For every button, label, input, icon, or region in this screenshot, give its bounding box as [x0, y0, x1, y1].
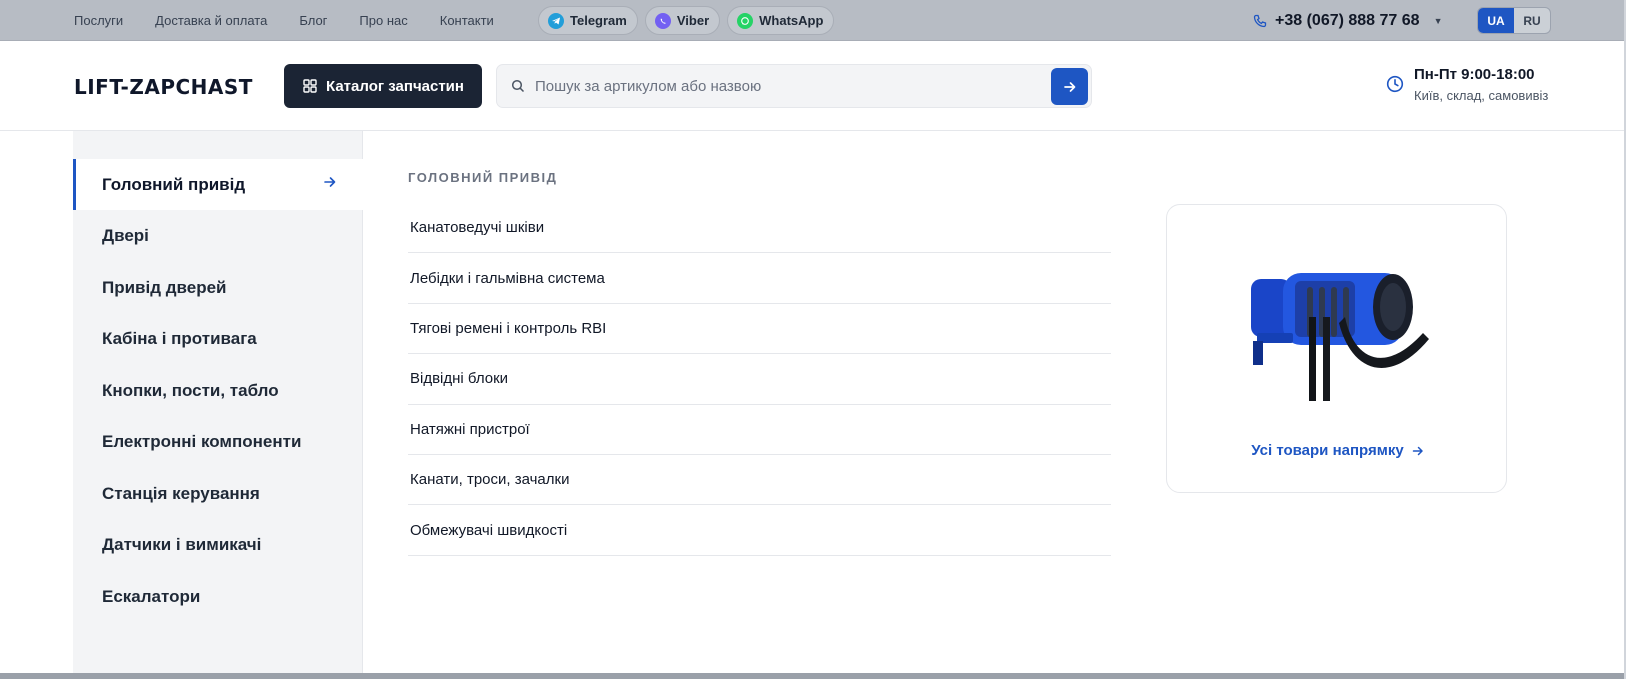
- subcategory-item[interactable]: Обмежувачі швидкості: [408, 505, 1111, 556]
- subcategory-item[interactable]: Канатоведучі шківи: [408, 203, 1111, 254]
- phone-icon: [1253, 14, 1267, 27]
- catalog-button-label: Каталог запчастин: [326, 77, 464, 95]
- search-submit-button[interactable]: [1051, 68, 1088, 105]
- telegram-button[interactable]: Telegram: [538, 6, 638, 35]
- sidebar-item-label: Датчики і вимикачі: [102, 535, 262, 554]
- subcategory-item[interactable]: Відвідні блоки: [408, 354, 1111, 405]
- search-input[interactable]: [535, 77, 1035, 95]
- subcategory-item[interactable]: Канати, троси, зачалки: [408, 455, 1111, 506]
- sidebar-item-cabin[interactable]: Кабіна і противага: [73, 314, 363, 365]
- subcategory-list: Канатоведучі шківи Лебідки і гальмівна с…: [408, 203, 1111, 556]
- viber-label: Viber: [676, 13, 710, 28]
- whatsapp-button[interactable]: WhatsApp: [727, 6, 835, 35]
- catalog-button[interactable]: Каталог запчастин: [284, 64, 482, 108]
- sidebar-item-door-drive[interactable]: Привід дверей: [73, 262, 363, 313]
- whatsapp-label: WhatsApp: [759, 13, 824, 28]
- sidebar-item-doors[interactable]: Двері: [73, 211, 363, 262]
- telegram-icon: [548, 12, 564, 29]
- viber-button[interactable]: Viber: [644, 6, 721, 35]
- chevron-down-icon: ▼: [1433, 15, 1443, 26]
- grid-icon: [303, 79, 317, 93]
- sidebar-item-label: Електронні компоненти: [102, 432, 302, 451]
- phone-number: +38 (067) 888 77 68: [1275, 11, 1420, 29]
- hours-subtitle: Київ, склад, самовивіз: [1414, 88, 1549, 103]
- top-nav-delivery[interactable]: Доставка й оплата: [155, 13, 267, 28]
- sidebar-item-escalators[interactable]: Ескалатори: [73, 571, 363, 622]
- top-nav-services[interactable]: Послуги: [74, 13, 123, 28]
- viber-icon: [654, 12, 671, 29]
- top-bar: Послуги Доставка й оплата Блог Про нас К…: [0, 0, 1626, 41]
- top-nav-contacts[interactable]: Контакти: [440, 13, 494, 28]
- category-sidebar: Головний привід Двері Привід дверей Кабі…: [73, 131, 363, 679]
- panel-title: ГОЛОВНИЙ ПРИВІД: [408, 170, 558, 185]
- site-logo[interactable]: LIFT-ZAPCHAST: [74, 75, 253, 99]
- lang-ua-button[interactable]: UA: [1478, 8, 1514, 33]
- hours-title: Пн-Пт 9:00-18:00: [1414, 66, 1535, 83]
- bottom-divider: [0, 673, 1626, 679]
- top-nav: Послуги Доставка й оплата Блог Про нас К…: [74, 0, 494, 41]
- sidebar-item-label: Кнопки, пости, табло: [102, 380, 279, 400]
- promo-link-label: Усі товари напрямку: [1251, 442, 1404, 459]
- promo-all-products-link[interactable]: Усі товари напрямку: [1167, 442, 1508, 459]
- whatsapp-icon: [737, 12, 754, 29]
- sidebar-item-main-drive[interactable]: Головний привід: [73, 159, 363, 210]
- language-switcher: UA RU: [1477, 7, 1551, 34]
- sidebar-item-sensors[interactable]: Датчики і вимикачі: [73, 520, 363, 571]
- search-bar: [496, 64, 1092, 108]
- subcategory-item[interactable]: Лебідки і гальмівна система: [408, 253, 1111, 304]
- sidebar-item-electronics[interactable]: Електронні компоненти: [73, 417, 363, 468]
- arrow-right-icon: [1412, 446, 1423, 455]
- subcategory-item[interactable]: Тягові ремені і контроль RBI: [408, 304, 1111, 355]
- sidebar-item-label: Ескалатори: [102, 586, 201, 606]
- sidebar-item-buttons[interactable]: Кнопки, пости, табло: [73, 365, 363, 416]
- telegram-label: Telegram: [570, 13, 627, 28]
- elevator-winch-image: [1251, 273, 1429, 401]
- sidebar-item-label: Станція керування: [102, 483, 260, 503]
- sidebar-item-label: Кабіна і противага: [102, 329, 257, 348]
- messenger-links: Telegram Viber WhatsApp: [538, 6, 835, 35]
- main-header: LIFT-ZAPCHAST Каталог запчастин Пн-Пт 9:…: [0, 41, 1626, 131]
- lang-ru-button[interactable]: RU: [1514, 8, 1550, 33]
- clock-icon: [1386, 75, 1404, 93]
- top-nav-about[interactable]: Про нас: [359, 13, 407, 28]
- phone-dropdown[interactable]: +38 (067) 888 77 68 ▼: [1253, 0, 1442, 41]
- search-icon: [511, 79, 525, 93]
- arrow-right-icon: [324, 177, 336, 187]
- subcategory-item[interactable]: Натяжні пристрої: [408, 405, 1111, 455]
- promo-card: Усі товари напрямку: [1166, 204, 1507, 493]
- top-nav-blog[interactable]: Блог: [299, 13, 327, 28]
- sidebar-item-label: Двері: [102, 226, 149, 245]
- arrow-right-icon: [1063, 81, 1075, 92]
- sidebar-item-label: Головний привід: [102, 174, 246, 194]
- sidebar-item-control-station[interactable]: Станція керування: [73, 468, 363, 519]
- sidebar-item-label: Привід дверей: [102, 277, 227, 297]
- working-hours: Пн-Пт 9:00-18:00 Київ, склад, самовивіз: [1386, 66, 1548, 106]
